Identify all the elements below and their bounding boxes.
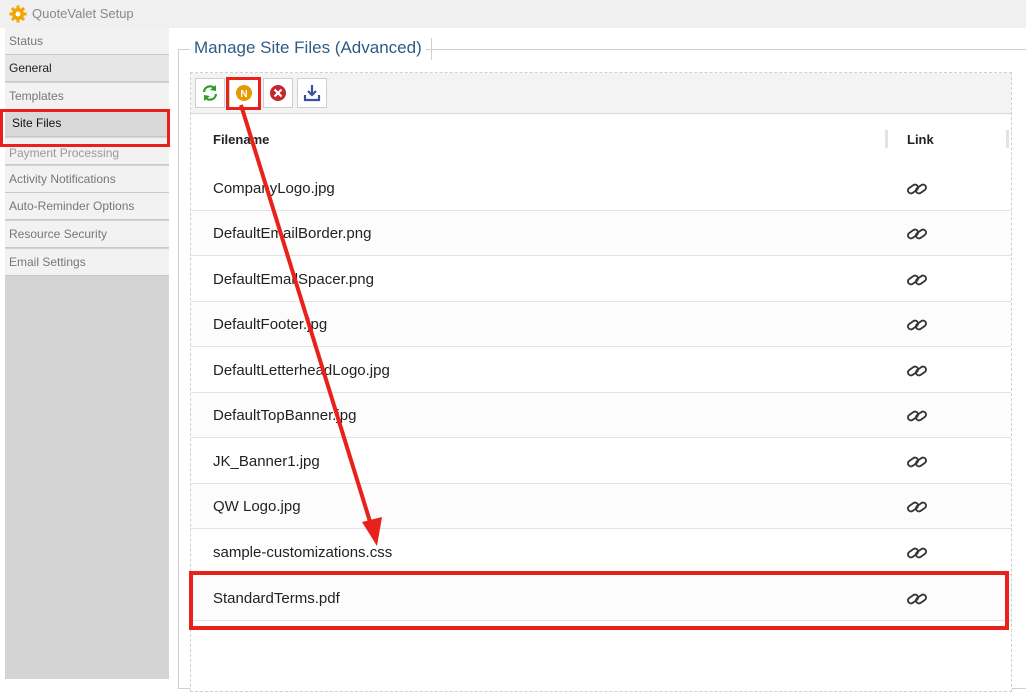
table-row[interactable]: StandardTerms.pdf (191, 576, 1011, 621)
link-icon[interactable] (906, 224, 928, 244)
filename-cell: DefaultLetterheadLogo.jpg (213, 362, 390, 379)
sidebar-item-general[interactable]: General (5, 55, 169, 82)
delete-button[interactable] (263, 78, 293, 108)
sidebar-item-status[interactable]: Status (5, 28, 169, 55)
title-bar: QuoteValet Setup (0, 0, 1026, 28)
gear-icon (9, 5, 27, 23)
grid-toolbar: N (191, 73, 1011, 114)
download-button[interactable] (297, 78, 327, 108)
table-row[interactable]: DefaultTopBanner.jpg (191, 393, 1011, 438)
refresh-button[interactable] (195, 78, 225, 108)
column-header-filename[interactable]: Filename (213, 132, 269, 147)
link-icon[interactable] (906, 497, 928, 517)
sidebar-item-site-files[interactable]: Site Files (5, 110, 169, 137)
fieldset-legend: Manage Site Files (Advanced) (190, 38, 426, 58)
filename-cell: CompanyLogo.jpg (213, 180, 335, 197)
link-icon[interactable] (906, 315, 928, 335)
link-icon[interactable] (906, 179, 928, 199)
sidebar-item-auto-reminder-options[interactable]: Auto-Reminder Options (5, 193, 169, 220)
filename-cell: DefaultEmailBorder.png (213, 225, 372, 242)
sidebar: Status General Templates Site Files Paym… (5, 28, 169, 679)
column-separator[interactable] (1006, 130, 1009, 148)
table-row[interactable]: DefaultFooter.jpg (191, 302, 1011, 347)
sidebar-item-templates[interactable]: Templates (5, 83, 169, 110)
sidebar-item-activity-notifications[interactable]: Activity Notifications (5, 166, 169, 193)
table-row[interactable]: QW Logo.jpg (191, 484, 1011, 529)
window-title: QuoteValet Setup (32, 6, 134, 21)
link-icon[interactable] (906, 589, 928, 609)
grid-header: Filename Link (191, 114, 1011, 167)
refresh-icon (202, 85, 218, 101)
table-row[interactable]: sample-customizations.css (191, 530, 1011, 575)
legend-divider (431, 38, 432, 60)
column-header-link[interactable]: Link (907, 132, 934, 147)
sidebar-item-email-settings[interactable]: Email Settings (5, 249, 169, 276)
filename-cell: StandardTerms.pdf (213, 590, 340, 607)
sidebar-item-payment-processing[interactable]: Payment Processing (5, 138, 169, 165)
link-icon[interactable] (906, 270, 928, 290)
new-icon-glyph: N (240, 89, 247, 100)
delete-icon (270, 85, 286, 101)
filename-cell: sample-customizations.css (213, 544, 393, 561)
table-row[interactable]: DefaultLetterheadLogo.jpg (191, 348, 1011, 393)
new-file-button[interactable]: N (229, 78, 259, 108)
sidebar-item-resource-security[interactable]: Resource Security (5, 221, 169, 248)
filename-cell: QW Logo.jpg (213, 498, 301, 515)
filename-cell: DefaultTopBanner.jpg (213, 407, 357, 424)
new-icon: N (236, 85, 252, 101)
table-row[interactable]: DefaultEmailBorder.png (191, 211, 1011, 256)
table-row[interactable]: CompanyLogo.jpg (191, 166, 1011, 211)
filename-cell: JK_Banner1.jpg (213, 453, 320, 470)
table-row[interactable]: DefaultEmailSpacer.png (191, 257, 1011, 302)
column-separator[interactable] (885, 130, 888, 148)
link-icon[interactable] (906, 452, 928, 472)
table-row[interactable]: JK_Banner1.jpg (191, 439, 1011, 484)
link-icon[interactable] (906, 543, 928, 563)
filename-cell: DefaultEmailSpacer.png (213, 271, 374, 288)
link-icon[interactable] (906, 361, 928, 381)
filename-cell: DefaultFooter.jpg (213, 316, 328, 333)
link-icon[interactable] (906, 406, 928, 426)
download-icon (303, 85, 321, 102)
